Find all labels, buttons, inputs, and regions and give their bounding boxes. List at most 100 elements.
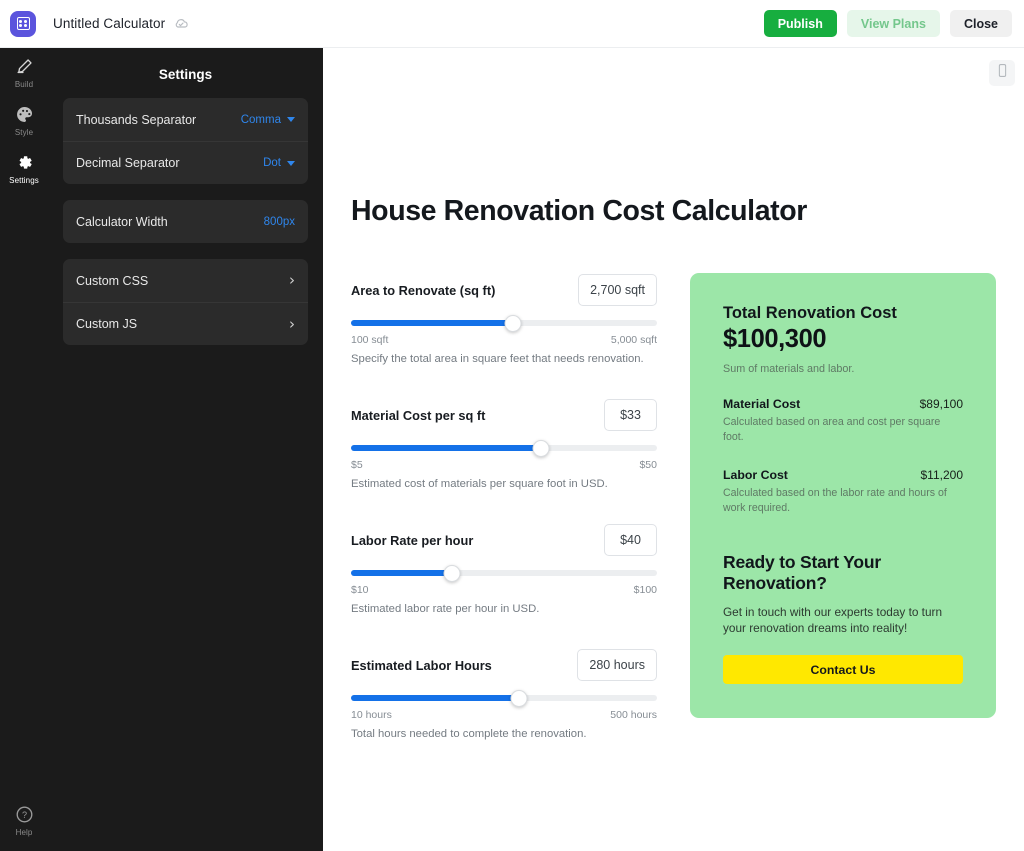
slider-thumb[interactable] [511,690,528,707]
field-header: Material Cost per sq ft $33 [351,398,657,432]
slider-fill [351,695,519,701]
field-help-text: Estimated cost of materials per square f… [351,478,657,490]
slider-labor-rate[interactable] [351,566,657,580]
setting-value[interactable]: Dot [263,157,295,169]
rail-label-style: Style [15,128,33,137]
results-panel: Total Renovation Cost $100,300 Sum of ma… [690,273,996,718]
icon-rail: Build Style Settings ? [0,48,48,851]
custom-code-card: Custom CSS › Custom JS › [63,259,308,345]
settings-panel-title: Settings [48,48,323,98]
setting-row-calculator-width[interactable]: Calculator Width 800px [63,200,308,243]
field-label: Estimated Labor Hours [351,658,492,673]
chevron-down-icon [287,161,295,166]
field-label: Area to Renovate (sq ft) [351,283,495,298]
app-logo[interactable] [10,11,36,37]
field-header: Area to Renovate (sq ft) 2,700 sqft [351,273,657,307]
cta-description: Get in touch with our experts today to t… [723,604,963,638]
field-help-text: Specify the total area in square feet th… [351,353,657,365]
slider-min-label: $5 [351,459,363,471]
field-help-text: Total hours needed to complete the renov… [351,728,657,740]
field-area-to-renovate: Area to Renovate (sq ft) 2,700 sqft 100 … [351,273,657,365]
rail-item-settings[interactable]: Settings [0,144,48,192]
slider-min-label: 10 hours [351,709,392,721]
slider-area-to-renovate[interactable] [351,316,657,330]
setting-label: Decimal Separator [76,156,180,170]
setting-value-text: 800px [264,216,295,228]
setting-value[interactable]: 800px [264,216,295,228]
slider-labor-hours[interactable] [351,691,657,705]
slider-thumb[interactable] [505,315,522,332]
close-button[interactable]: Close [950,10,1012,37]
document-title[interactable]: Untitled Calculator [53,16,165,31]
slider-thumb[interactable] [532,440,549,457]
mobile-preview-icon [995,63,1010,83]
results-title: Total Renovation Cost [723,304,963,323]
setting-label: Thousands Separator [76,113,196,127]
gear-icon [15,153,34,172]
palette-icon [15,105,34,124]
setting-value-text: Dot [263,157,281,169]
slider-fill [351,570,452,576]
field-labor-hours: Estimated Labor Hours 280 hours 10 hours… [351,648,657,740]
slider-fill [351,320,513,326]
field-help-text: Estimated labor rate per hour in USD. [351,603,657,615]
result-item-header: Material Cost $89,100 [723,397,963,411]
setting-row-custom-css[interactable]: Custom CSS › [63,259,308,302]
field-header: Estimated Labor Hours 280 hours [351,648,657,682]
results-subtitle: Sum of materials and labor. [723,363,963,375]
calculator-body: Area to Renovate (sq ft) 2,700 sqft 100 … [351,273,996,740]
input-fields-column: Area to Renovate (sq ft) 2,700 sqft 100 … [351,273,657,740]
cloud-check-icon [173,16,189,32]
setting-label: Custom JS [76,317,137,331]
chevron-down-icon [287,117,295,122]
mobile-preview-toggle[interactable] [989,60,1015,86]
calculator-grid-icon [17,17,30,30]
svg-text:?: ? [21,810,26,820]
slider-min-label: 100 sqft [351,334,388,346]
slider-thumb[interactable] [443,565,460,582]
field-value-input[interactable]: 280 hours [577,649,657,681]
field-label: Material Cost per sq ft [351,408,485,423]
slider-material-cost[interactable] [351,441,657,455]
separator-settings-card: Thousands Separator Comma Decimal Separa… [63,98,308,184]
slider-max-label: 5,000 sqft [611,334,657,346]
preview-canvas: House Renovation Cost Calculator Area to… [323,48,1024,851]
contact-us-button[interactable]: Contact Us [723,655,963,684]
rail-item-build[interactable]: Build [0,48,48,96]
result-item-labor-cost: Labor Cost $11,200 Calculated based on t… [723,468,963,517]
page-title: House Renovation Cost Calculator [351,195,996,228]
slider-max-label: $50 [639,459,657,471]
field-label: Labor Rate per hour [351,533,473,548]
rail-label-help: Help [16,828,33,837]
field-material-cost: Material Cost per sq ft $33 $5 $50 Estim… [351,398,657,490]
result-item-description: Calculated based on area and cost per sq… [723,415,963,446]
publish-button[interactable]: Publish [764,10,837,37]
chevron-right-icon: › [289,273,295,288]
rail-item-help[interactable]: ? Help [0,796,48,851]
rail-label-build: Build [15,80,33,89]
rail-item-style[interactable]: Style [0,96,48,144]
setting-row-custom-js[interactable]: Custom JS › [63,302,308,345]
setting-row-decimal-separator[interactable]: Decimal Separator Dot [63,141,308,184]
pencil-icon [15,57,34,76]
field-value-input[interactable]: 2,700 sqft [578,274,657,306]
slider-min-label: $10 [351,584,369,596]
slider-range-labels: $10 $100 [351,584,657,596]
setting-label: Calculator Width [76,215,168,229]
slider-max-label: $100 [634,584,657,596]
slider-range-labels: $5 $50 [351,459,657,471]
calculator-width-card: Calculator Width 800px [63,200,308,243]
result-item-material-cost: Material Cost $89,100 Calculated based o… [723,397,963,446]
field-value-input[interactable]: $33 [604,399,657,431]
setting-value[interactable]: Comma [241,114,295,126]
settings-panel: Settings Thousands Separator Comma Decim… [48,48,323,851]
setting-value-text: Comma [241,114,281,126]
setting-row-thousands-separator[interactable]: Thousands Separator Comma [63,98,308,141]
view-plans-button[interactable]: View Plans [847,10,940,37]
result-item-value: $89,100 [920,397,963,411]
cta-title: Ready to Start Your Renovation? [723,552,963,593]
top-bar: Untitled Calculator Publish View Plans C… [0,0,1024,48]
calculator-preview: House Renovation Cost Calculator Area to… [351,195,996,740]
result-item-label: Material Cost [723,397,800,411]
field-value-input[interactable]: $40 [604,524,657,556]
